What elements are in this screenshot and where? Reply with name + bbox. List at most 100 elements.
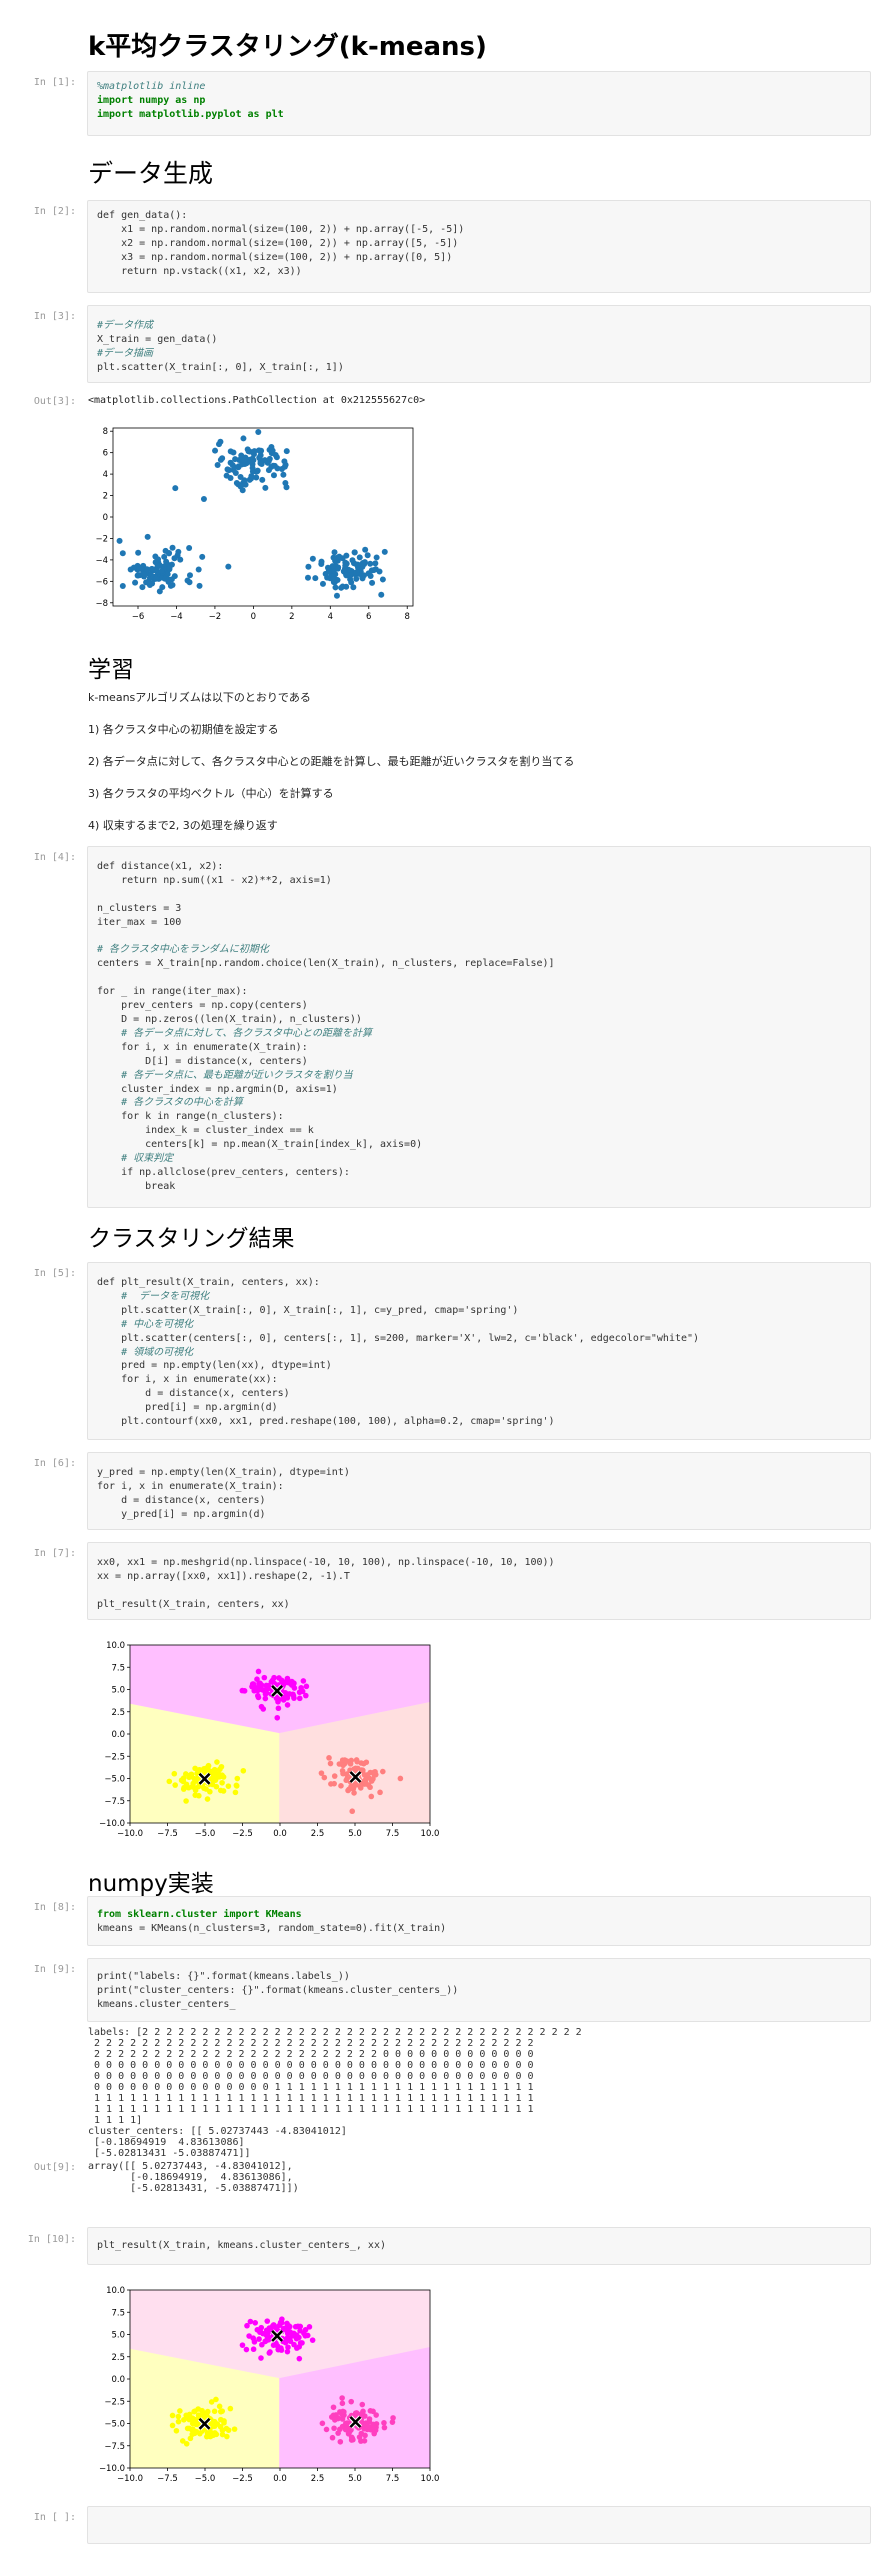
data-point [319,580,326,587]
data-point [248,473,255,480]
data-point [368,1793,375,1800]
code-cell-3[interactable]: #データ作成 X_train = gen_data() #データ描画 plt.s… [87,305,871,383]
data-point [349,1783,355,1790]
learn-text-step2: 2) 各データ点に対して、各クラスタ中心との距離を計算し、最も距離が近いクラスタ… [88,755,575,768]
code-line: for i, x in enumerate(X_train): [97,1041,308,1053]
stdout-line: 0 0 0 0 0 0 0 0 0 0 0 0 0 0 0 0 0 0 0 0 … [88,2071,534,2082]
code-cell-10[interactable]: plt_result(X_train, kmeans.cluster_cente… [87,2227,871,2265]
data-point [186,2411,193,2418]
x-tick-label: 4 [328,612,333,622]
empty-code-cell[interactable] [87,2506,871,2544]
sklearn-result-chart: −10.0 −7.5 −5.0 −2.5 0.0 2.5 5.0 7.5 10.0 10.0 7.5… [99,2286,440,2484]
prompt-in-4: In [4]: [33,852,76,863]
code-cell-8[interactable]: from sklearn.cluster import KMeans kmean… [87,1896,871,1946]
x-tick-label: 7.5 [386,1829,400,1839]
data-point [232,1789,239,1796]
x-tick-label: −10.0 [117,2474,143,2484]
y-tick-label: 8 [103,427,108,437]
code-cell-9[interactable]: print("labels: {}".format(kmeans.labels_… [87,1958,871,2022]
data-point [343,1777,350,1784]
data-point [256,2336,262,2342]
y-tick-label: −2 [95,534,108,544]
data-point [364,552,371,559]
data-point [373,2412,379,2418]
data-point [336,553,343,560]
prompt-in-7: In [7]: [33,1548,76,1559]
y-tick-label: 4 [103,470,108,480]
data-point [359,2401,366,2408]
y-tick-label: 7.5 [111,2308,125,2318]
data-point [288,1682,295,1688]
code-line: print("cluster_centers: {}".format(kmean… [97,1984,459,1996]
y-tick-label: −2.5 [104,1752,125,1762]
x-tick-label: −7.5 [157,1829,178,1839]
data-point [339,2395,345,2401]
data-point [343,583,350,590]
code-cell-5[interactable]: def plt_result(X_train, centers, xx): # … [87,1262,871,1440]
data-point [381,2420,387,2426]
data-point [227,475,234,482]
data-point [343,552,350,559]
data-point [169,581,176,588]
code-cell-7[interactable]: xx0, xx1 = np.meshgrid(np.linspace(-10, … [87,1542,871,1620]
data-point [369,579,376,586]
code-cell-6[interactable]: y_pred = np.empty(len(X_train), dtype=in… [87,1452,871,1530]
learn-text-step4: 4) 収束するまで2, 3の処理を繰り返す [88,819,278,832]
output-text-3: <matplotlib.collections.PathCollection a… [88,395,426,406]
data-point [367,573,374,580]
code-cell-4[interactable]: def distance(x1, x2): return np.sum((x1 … [87,846,871,1208]
data-point [362,546,369,553]
data-point [333,592,340,599]
x-tick-label: 0 [251,612,256,622]
code-cell-1[interactable]: %matplotlib inline import numpy as np im… [87,71,871,136]
data-point [207,1788,213,1795]
code-cell-9-source: print("labels: {}".format(kmeans.labels_… [97,1970,458,2012]
data-point [227,2405,234,2412]
data-point [378,591,385,598]
data-point [200,495,207,502]
learn-text-step3: 3) 各クラスタの平均ベクトル（中心）を計算する [88,787,334,800]
data-point [366,2418,373,2425]
data-point [346,2428,353,2435]
y-tick-label: 0.0 [111,1730,125,1740]
data-point [262,484,269,491]
data-point [348,579,355,586]
data-point [343,572,350,579]
data-point [283,2336,290,2342]
code-line: plt_result(X_train, kmeans.cluster_cente… [97,2240,386,2251]
data-point [214,461,221,468]
code-line: centers = X_train[np.random.choice(len(X… [97,958,555,970]
data-point [159,584,166,591]
data-point [219,455,226,462]
data-point [278,466,285,473]
data-point [303,1692,309,1699]
code-line: def plt_result(X_train, centers, xx): [97,1277,320,1288]
data-point [162,547,169,554]
code-line: plt.scatter(X_train[:, 0], X_train[:, 1]… [97,361,344,373]
data-point [233,1783,240,1789]
code-line: prev_centers = np.copy(centers) [97,1000,308,1012]
data-point [331,1773,338,1779]
data-point [177,2408,183,2414]
data-point [234,1775,241,1782]
x-tick-label: 2.5 [311,2474,325,2484]
data-point [202,2410,208,2417]
data-point [312,575,319,582]
data-point [283,484,290,491]
data-point [201,1785,207,1791]
y-tick-label: 7.5 [111,1663,125,1673]
x-tick-label: −4 [170,612,183,622]
code-cell-7-source: xx0, xx1 = np.meshgrid(np.linspace(-10, … [97,1556,555,1612]
data-point [189,2427,195,2433]
stdout-line: 0 0 0 0 0 0 0 0 0 0 0 0 0 0 0 1 1 1 1 1 … [88,2082,534,2093]
code-line: # 領域の可視化 [97,1346,194,1358]
data-point [284,1676,291,1683]
output-value-9: array([[ 5.02737443, -4.83041012], [-0.1… [88,2161,299,2194]
data-point [230,449,237,456]
data-point [214,1759,220,1765]
code-line: print("labels: {}".format(kmeans.labels_… [97,1971,350,1982]
code-cell-2[interactable]: def gen_data(): x1 = np.random.normal(si… [87,200,871,293]
stdout-line: [-0.18694919 4.83613086] [88,2137,245,2148]
y-tick-label: 2 [103,492,108,502]
data-point [219,1779,225,1786]
